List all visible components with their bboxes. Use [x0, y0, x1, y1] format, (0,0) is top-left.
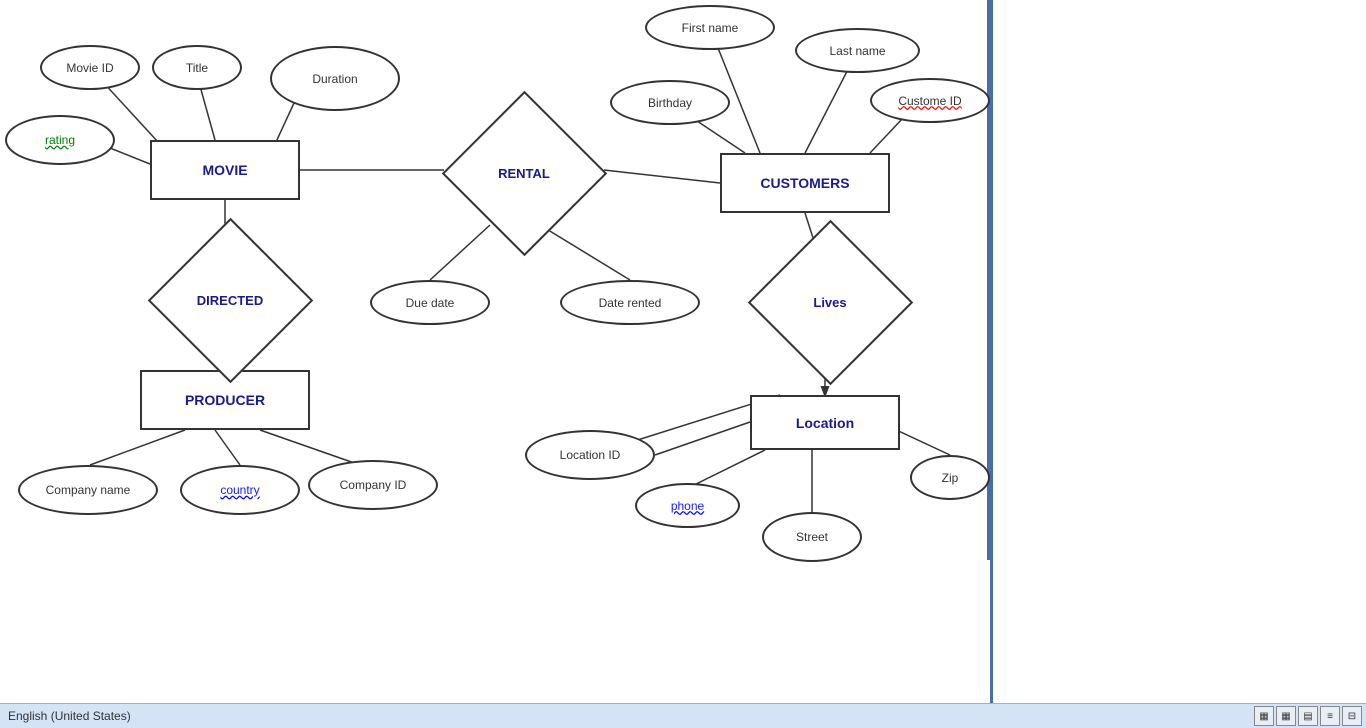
- diagram-canvas: MOVIE CUSTOMERS PRODUCER Location RENTAL…: [0, 0, 990, 560]
- customers-entity: CUSTOMERS: [720, 153, 890, 213]
- status-bar: English (United States) ▦ ▦ ▤ ≡ ⊟: [0, 703, 1366, 728]
- title-oval: Title: [152, 45, 242, 90]
- view-icon-2[interactable]: ▦: [1276, 706, 1296, 726]
- view-icon-1[interactable]: ▦: [1254, 706, 1274, 726]
- producer-entity: PRODUCER: [140, 370, 310, 430]
- phone-oval: phone: [635, 483, 740, 528]
- lives-diamond: Lives: [760, 262, 900, 342]
- right-panel: [990, 0, 1366, 703]
- directed-diamond: DIRECTED: [140, 255, 320, 345]
- location-entity: Location: [750, 395, 900, 450]
- movie-entity: MOVIE: [150, 140, 300, 200]
- company-name-oval: Company name: [18, 465, 158, 515]
- company-id-oval: Company ID: [308, 460, 438, 510]
- duration-oval: Duration: [270, 46, 400, 111]
- view-icon-4[interactable]: ≡: [1320, 706, 1340, 726]
- first-name-oval: First name: [645, 5, 775, 50]
- rating-oval: rating: [5, 115, 115, 165]
- date-rented-oval: Date rented: [560, 280, 700, 325]
- language-label: English (United States): [8, 709, 131, 723]
- last-name-oval: Last name: [795, 28, 920, 73]
- customer-id-oval: Custome ID: [870, 78, 990, 123]
- location-id-oval: Location ID: [525, 430, 655, 480]
- rental-diamond: RENTAL: [434, 128, 614, 218]
- country-oval: country: [180, 465, 300, 515]
- due-date-oval: Due date: [370, 280, 490, 325]
- movie-id-oval: Movie ID: [40, 45, 140, 90]
- status-icons: ▦ ▦ ▤ ≡ ⊟: [1254, 706, 1366, 726]
- zip-oval: Zip: [910, 455, 990, 500]
- view-icon-5[interactable]: ⊟: [1342, 706, 1362, 726]
- birthday-oval: Birthday: [610, 80, 730, 125]
- street-oval: Street: [762, 512, 862, 562]
- view-icon-3[interactable]: ▤: [1298, 706, 1318, 726]
